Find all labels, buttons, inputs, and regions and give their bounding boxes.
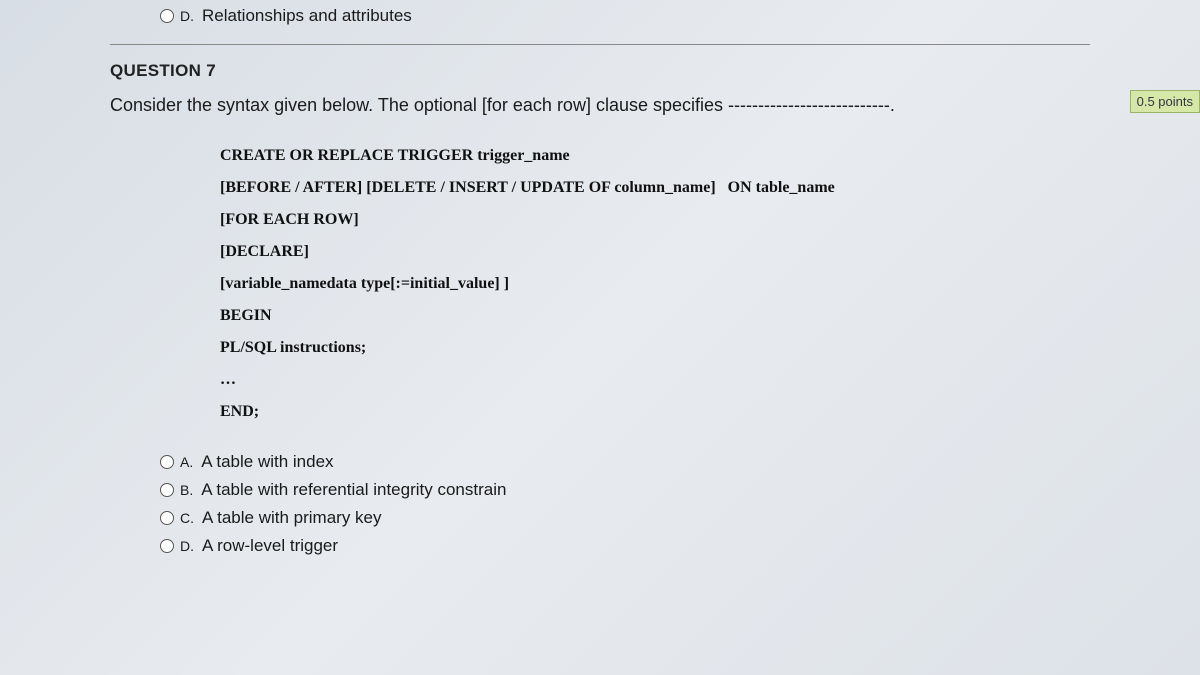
option-text: A table with index	[201, 452, 333, 472]
answer-options: A. A table with index B. A table with re…	[160, 448, 1090, 560]
code-line: BEGIN	[220, 300, 1090, 332]
radio-icon[interactable]	[160, 455, 174, 469]
code-line: [variable_namedata type[:=initial_value]…	[220, 268, 1090, 300]
radio-icon[interactable]	[160, 483, 174, 497]
radio-icon[interactable]	[160, 9, 174, 23]
code-line: [DECLARE]	[220, 236, 1090, 268]
code-line: [BEFORE / AFTER] [DELETE / INSERT / UPDA…	[220, 172, 1090, 204]
option-a[interactable]: A. A table with index	[160, 448, 1090, 476]
question-header: QUESTION 7	[110, 45, 1090, 81]
option-text: Relationships and attributes	[202, 6, 412, 26]
option-text: A table with referential integrity const…	[201, 480, 506, 500]
code-line: …	[220, 364, 1090, 396]
radio-icon[interactable]	[160, 539, 174, 553]
option-letter: D.	[180, 538, 194, 554]
option-text: A table with primary key	[202, 508, 382, 528]
option-text: A row-level trigger	[202, 536, 338, 556]
option-letter: B.	[180, 482, 193, 498]
code-line: CREATE OR REPLACE TRIGGER trigger_name	[220, 140, 1090, 172]
points-badge: 0.5 points	[1130, 90, 1200, 113]
code-line: PL/SQL instructions;	[220, 332, 1090, 364]
prev-question-option-d[interactable]: D. Relationships and attributes	[110, 0, 1090, 44]
quiz-page: D. Relationships and attributes QUESTION…	[0, 0, 1200, 590]
sql-syntax-block: CREATE OR REPLACE TRIGGER trigger_name […	[220, 140, 1090, 428]
option-c[interactable]: C. A table with primary key	[160, 504, 1090, 532]
question-prompt: Consider the syntax given below. The opt…	[110, 95, 1090, 116]
option-letter: A.	[180, 454, 193, 470]
option-letter: D.	[180, 8, 194, 24]
radio-icon[interactable]	[160, 511, 174, 525]
question-number: QUESTION 7	[110, 61, 216, 81]
code-line: END;	[220, 396, 1090, 428]
code-line: [FOR EACH ROW]	[220, 204, 1090, 236]
option-b[interactable]: B. A table with referential integrity co…	[160, 476, 1090, 504]
option-letter: C.	[180, 510, 194, 526]
option-d[interactable]: D. A row-level trigger	[160, 532, 1090, 560]
